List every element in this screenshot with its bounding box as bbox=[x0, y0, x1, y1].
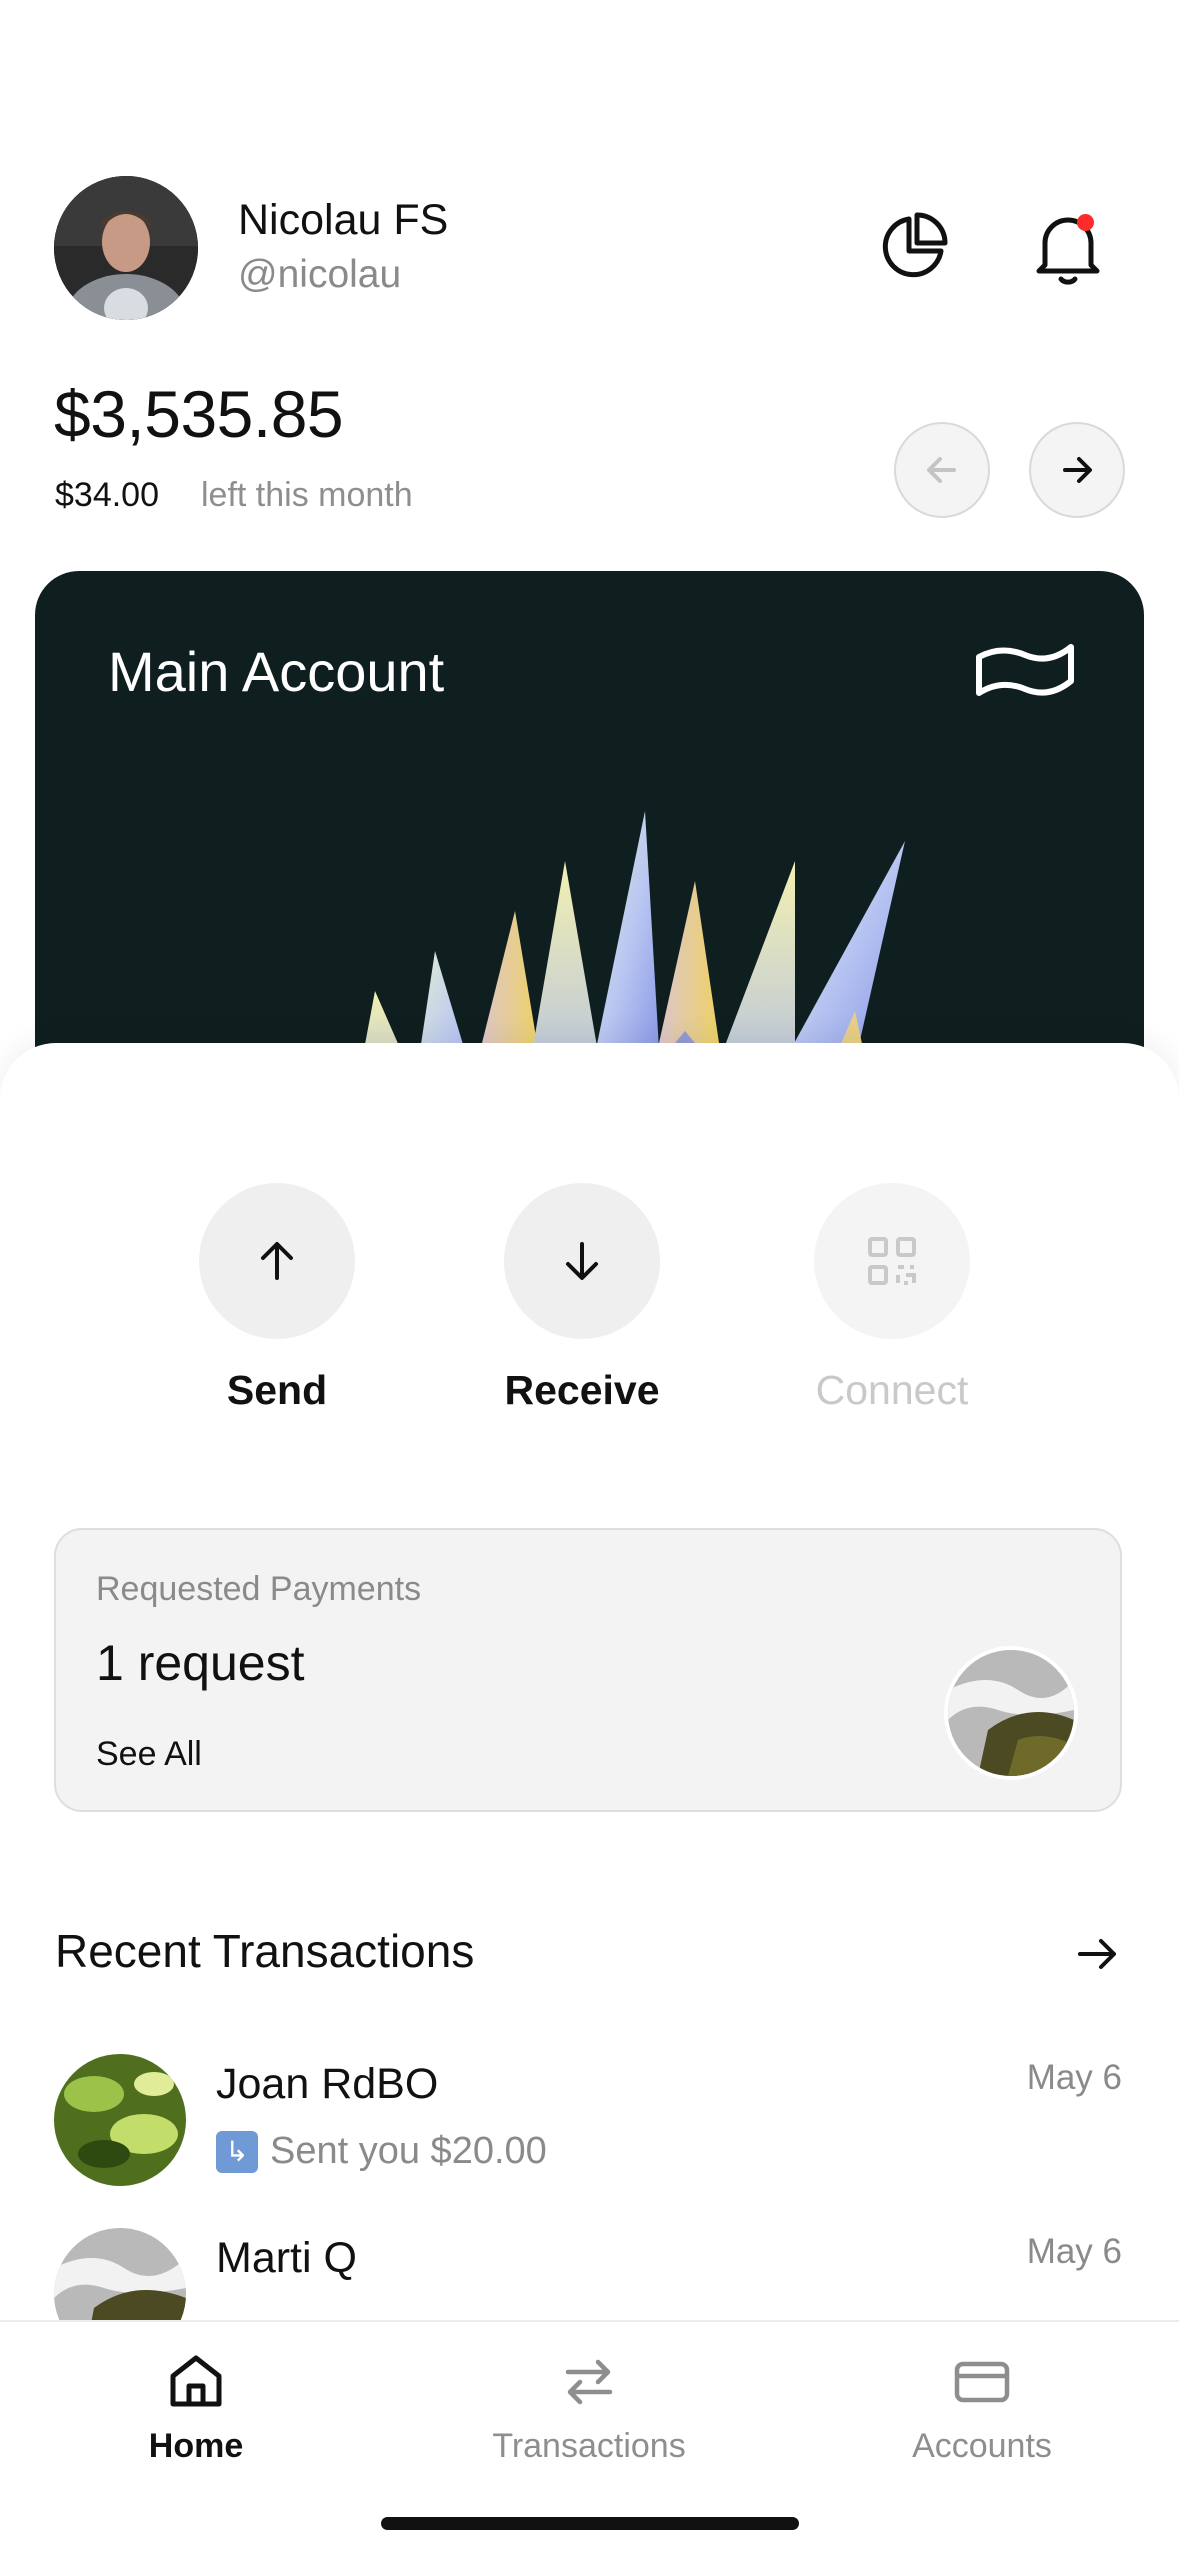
swap-arrows-icon bbox=[565, 2359, 613, 2405]
bell-icon[interactable] bbox=[1027, 206, 1109, 288]
tab-transactions-label: Transactions bbox=[492, 2427, 686, 2465]
flag-icon bbox=[976, 644, 1074, 696]
prev-account-button[interactable] bbox=[894, 422, 990, 518]
send-circle bbox=[199, 1183, 355, 1339]
requester-avatar bbox=[944, 1646, 1078, 1780]
connect-circle bbox=[814, 1183, 970, 1339]
transaction-detail: ↳ Sent you $20.00 bbox=[216, 2130, 547, 2173]
send-label: Send bbox=[226, 1367, 328, 1413]
transaction-row[interactable]: Joan RdBO ↳ Sent you $20.00 May 6 bbox=[0, 2050, 1179, 2200]
transaction-date: May 6 bbox=[1026, 2058, 1122, 2097]
see-all-link[interactable]: See All bbox=[96, 1735, 202, 1774]
requested-payments-label: Requested Payments bbox=[96, 1570, 422, 1608]
qr-code-icon bbox=[868, 1237, 916, 1285]
user-avatar[interactable] bbox=[54, 176, 198, 320]
card-title: Main Account bbox=[108, 640, 445, 703]
recent-transactions-arrow[interactable] bbox=[1074, 1930, 1122, 1983]
pie-chart-icon[interactable] bbox=[872, 206, 954, 288]
left-label: left this month bbox=[201, 476, 413, 514]
home-screen: Nicolau FS @nicolau $3,535.85 $34.00 lef… bbox=[0, 0, 1179, 2556]
user-name: Nicolau FS bbox=[238, 196, 449, 244]
tab-home[interactable]: Home bbox=[66, 2350, 326, 2466]
home-icon bbox=[170, 2355, 222, 2407]
send-button[interactable]: Send bbox=[177, 1183, 377, 1414]
recent-transactions-title: Recent Transactions bbox=[55, 1925, 475, 1977]
receive-button[interactable]: Receive bbox=[482, 1183, 682, 1414]
transaction-avatar bbox=[54, 2054, 186, 2186]
arrow-right-icon bbox=[1078, 1939, 1116, 1969]
home-indicator bbox=[381, 2517, 799, 2530]
received-arrow-icon: ↳ bbox=[216, 2130, 258, 2173]
user-handle: @nicolau bbox=[238, 253, 402, 296]
requested-payments-card[interactable]: Requested Payments 1 request See All bbox=[54, 1528, 1122, 1812]
connect-label: Connect bbox=[815, 1367, 969, 1413]
transaction-detail-text: Sent you $20.00 bbox=[270, 2130, 547, 2172]
receive-circle bbox=[504, 1183, 660, 1339]
tab-home-label: Home bbox=[148, 2427, 244, 2465]
connect-button[interactable]: Connect bbox=[792, 1183, 992, 1414]
arrow-down-icon bbox=[566, 1242, 598, 1280]
notification-badge bbox=[1077, 214, 1094, 231]
receive-label: Receive bbox=[504, 1367, 660, 1413]
tab-accounts[interactable]: Accounts bbox=[852, 2350, 1112, 2466]
arrow-up-icon bbox=[261, 1242, 293, 1280]
balance-amount: $3,535.85 bbox=[54, 377, 344, 451]
tab-accounts-label: Accounts bbox=[912, 2427, 1052, 2465]
transaction-name: Joan RdBO bbox=[216, 2060, 439, 2108]
card-icon bbox=[954, 2361, 1010, 2403]
request-count: 1 request bbox=[96, 1635, 305, 1691]
left-amount: $34.00 bbox=[55, 476, 159, 514]
transaction-name: Marti Q bbox=[216, 2234, 357, 2282]
arrow-right-icon bbox=[1063, 457, 1092, 483]
arrow-left-icon bbox=[927, 457, 956, 483]
next-account-button[interactable] bbox=[1029, 422, 1125, 518]
tab-transactions[interactable]: Transactions bbox=[459, 2350, 719, 2466]
transaction-date: May 6 bbox=[1026, 2232, 1122, 2271]
